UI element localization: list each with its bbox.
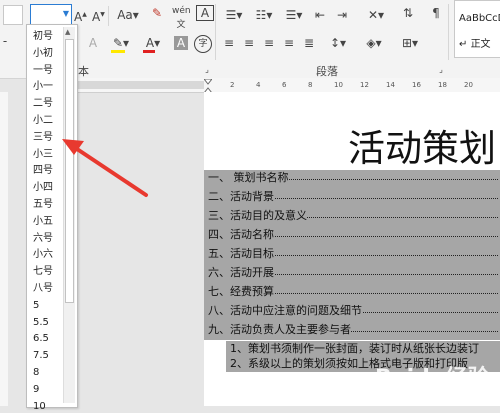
line-spacing-icon[interactable]: ↕▾ xyxy=(326,36,350,50)
ruler-tick-label: 8 xyxy=(308,81,313,89)
toc-entry[interactable]: 五、活动目标 xyxy=(208,246,498,262)
align-left-icon[interactable]: ≡ xyxy=(222,36,236,50)
font-size-option[interactable]: 五号 xyxy=(33,199,53,211)
font-size-option[interactable]: 小四 xyxy=(33,182,53,194)
increase-indent-icon[interactable]: ⇥ xyxy=(334,8,350,22)
font-size-option[interactable]: 5.5 xyxy=(33,317,49,329)
ruler-tick-label: 2 xyxy=(230,81,235,89)
font-size-option[interactable]: 7.5 xyxy=(33,350,49,362)
sort-icon[interactable]: ⇅ xyxy=(400,6,416,20)
paragraph-group-label: 段落 xyxy=(316,65,338,78)
grow-font-icon[interactable]: A▲ xyxy=(74,8,87,24)
ruler-tick-label: 10 xyxy=(334,81,343,89)
indent-marker-icon[interactable] xyxy=(202,78,214,94)
ruler-tick-label: 20 xyxy=(464,81,473,89)
font-name-box[interactable] xyxy=(3,5,23,25)
font-size-option[interactable]: 小三 xyxy=(33,149,53,161)
toc-entry[interactable]: 六、活动开展 xyxy=(208,265,498,281)
change-case-icon[interactable]: Aa▾ xyxy=(116,8,140,22)
ruler-tick-label: 16 xyxy=(412,81,421,89)
highlight-color-icon[interactable]: ✎▾ xyxy=(110,36,132,53)
style-normal-card[interactable]: AaBbCcDd ↵ 正文 xyxy=(454,0,500,58)
toc-entry-text: 二、活动背景 xyxy=(208,190,274,203)
toc-selection[interactable]: 一、 策划书名称 二、活动背景三、活动目的及意义 四、活动名称 五、活动目标 六、活动开… xyxy=(204,170,500,340)
font-size-option[interactable]: 6.5 xyxy=(33,333,49,345)
font-size-option[interactable]: 八号 xyxy=(33,283,53,295)
font-size-dropdown-list[interactable]: 初号小初一号小一二号小二三号小三四号小四五号小五六号小六七号八号 5 5.5 6.5 7… xyxy=(26,24,78,412)
font-size-option[interactable]: 三号 xyxy=(33,132,53,144)
font-size-option[interactable]: 8 xyxy=(33,367,39,379)
toc-entry-text: 六、活动开展 xyxy=(208,266,274,279)
font-color-icon[interactable]: A▾ xyxy=(142,36,164,53)
numbering-icon[interactable]: ☷▾ xyxy=(252,8,276,22)
font-size-option[interactable]: 四号 xyxy=(33,165,53,177)
style-name: ↵ 正文 xyxy=(459,39,491,50)
font-size-option[interactable]: 小六 xyxy=(33,249,53,261)
show-marks-icon[interactable]: ¶ xyxy=(428,6,444,20)
enclose-char-icon[interactable]: 字 xyxy=(194,35,212,53)
font-size-option[interactable]: 5 xyxy=(33,300,39,312)
note-line-1[interactable]: 1、策划书须制作一张封面，装订时从纸张长边装订 xyxy=(230,341,479,356)
watermark-logo: Baidu经验 xyxy=(375,366,490,391)
toc-entry[interactable]: 四、活动名称 xyxy=(208,227,498,243)
ruler-tick-label: 14 xyxy=(386,81,395,89)
distributed-icon[interactable]: ≣ xyxy=(302,36,316,50)
font-size-option[interactable]: 一号 xyxy=(33,65,53,77)
font-size-option[interactable]: 六号 xyxy=(33,233,53,245)
borders-icon[interactable]: ⊞▾ xyxy=(398,36,422,50)
shading-icon[interactable]: ◈▾ xyxy=(362,36,386,50)
bullets-icon[interactable]: ☰▾ xyxy=(222,8,246,22)
font-size-option[interactable]: 二号 xyxy=(33,98,53,110)
toc-entry-text: 四、活动名称 xyxy=(208,228,274,241)
font-size-option[interactable]: 小二 xyxy=(33,115,53,127)
toc-entry[interactable]: 一、 策划书名称 xyxy=(208,170,498,186)
font-size-option[interactable]: 10 xyxy=(33,401,46,413)
toc-entry-text: 三、活动目的及意义 xyxy=(208,209,307,222)
truncated-control[interactable]: - xyxy=(0,34,10,48)
toc-entry-text: 九、活动负责人及主要参与者 xyxy=(208,323,351,336)
shrink-font-icon[interactable]: A▼ xyxy=(92,8,105,24)
dropdown-scroll-thumb[interactable] xyxy=(65,39,74,303)
chinese-layout-icon[interactable]: ✕▾ xyxy=(364,8,388,22)
toc-entry-text: 七、经费预算 xyxy=(208,285,274,298)
clear-format-icon[interactable]: ✎ xyxy=(150,6,164,20)
font-size-option[interactable]: 小一 xyxy=(33,81,53,93)
toc-entry-text: 一、 策划书名称 xyxy=(208,171,289,184)
font-size-option[interactable]: 小初 xyxy=(33,48,53,60)
font-dialog-launcher-icon[interactable]: ⌟ xyxy=(202,63,212,77)
font-size-dropdown-button[interactable]: ▼ xyxy=(61,5,71,23)
toc-entry-text: 五、活动目标 xyxy=(208,247,274,260)
justify-icon[interactable]: ≡ xyxy=(282,36,296,50)
style-preview-text: AaBbCcDd xyxy=(459,13,500,24)
phonetic-guide-icon[interactable]: wén 文 xyxy=(172,4,191,32)
toc-entry[interactable]: 八、活动中应注意的问题及细节 xyxy=(208,303,498,319)
scroll-up-icon[interactable]: ▲ xyxy=(65,28,70,36)
toc-entry[interactable]: 三、活动目的及意义 xyxy=(208,208,498,224)
text-effect-icon[interactable]: A xyxy=(86,36,100,50)
decrease-indent-icon[interactable]: ⇤ xyxy=(312,8,328,22)
align-right-icon[interactable]: ≡ xyxy=(262,36,276,50)
font-size-option[interactable]: 9 xyxy=(33,384,39,396)
vertical-ruler[interactable] xyxy=(0,92,8,406)
font-size-option[interactable]: 初号 xyxy=(33,31,53,43)
multilevel-list-icon[interactable]: ☰▾ xyxy=(282,8,306,22)
ruler-tick-label: 6 xyxy=(282,81,287,89)
toc-entry-text: 八、活动中应注意的问题及细节 xyxy=(208,304,362,317)
char-shading-icon[interactable]: A xyxy=(174,36,188,50)
align-center-icon[interactable]: ≡ xyxy=(242,36,256,50)
toc-entry[interactable]: 二、活动背景 xyxy=(208,189,498,205)
ruler-tick-label: 4 xyxy=(256,81,261,89)
char-border-icon[interactable]: A xyxy=(196,5,214,21)
ruler-margin-left xyxy=(74,81,204,89)
ruler-tick-label: 12 xyxy=(360,81,369,89)
font-group-label: 本 xyxy=(78,65,89,78)
document-title[interactable]: 活动策划 xyxy=(348,118,496,172)
ruler-tick-label: 18 xyxy=(438,81,447,89)
toc-entry[interactable]: 九、活动负责人及主要参与者 xyxy=(208,322,498,338)
paragraph-dialog-launcher-icon[interactable]: ⌟ xyxy=(436,63,446,77)
toc-entry[interactable]: 七、经费预算 xyxy=(208,284,498,300)
font-size-option[interactable]: 小五 xyxy=(33,216,53,228)
font-size-option[interactable]: 七号 xyxy=(33,266,53,278)
